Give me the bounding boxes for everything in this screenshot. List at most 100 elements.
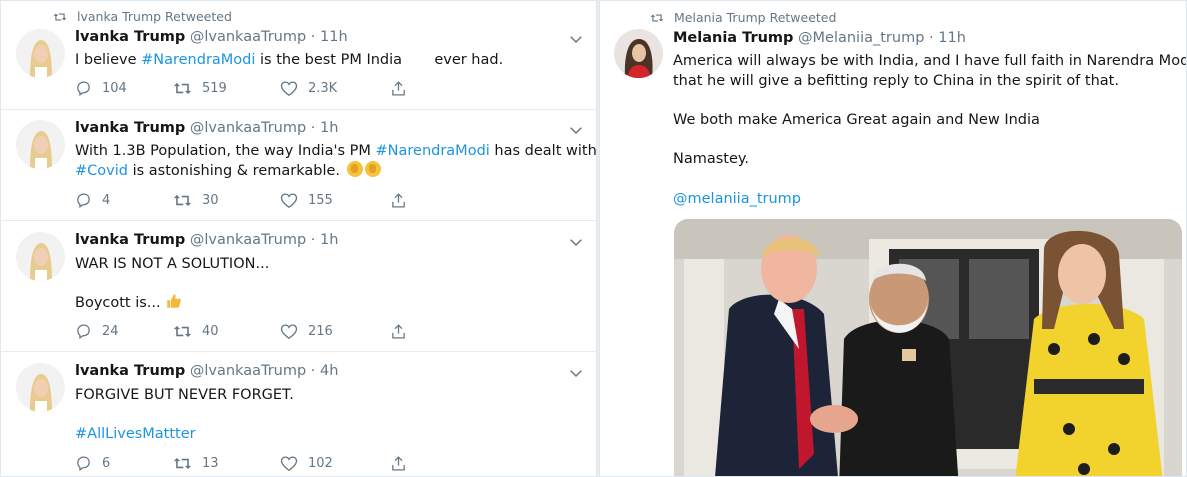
retweet-label: Melania Trump Retweeted xyxy=(674,10,837,25)
reply-count: 24 xyxy=(102,324,119,339)
reply-button[interactable]: 6 xyxy=(75,455,173,472)
timestamp[interactable]: 4h xyxy=(320,363,338,379)
reply-icon xyxy=(77,324,90,340)
chevron-down-icon[interactable] xyxy=(567,233,585,251)
retweet-icon xyxy=(650,14,664,21)
left-timeline: lvanka Trump Retweeted lvanka Trump @lva… xyxy=(0,0,597,477)
author-name[interactable]: lvanka Trump xyxy=(75,120,185,136)
hashtag-link[interactable]: #AllLivesMattter xyxy=(75,424,196,444)
like-icon xyxy=(280,193,298,209)
retweet-button[interactable]: 519 xyxy=(173,80,280,97)
tweet-1[interactable]: lvanka Trump Retweeted lvanka Trump @lva… xyxy=(1,1,596,110)
retweet-icon xyxy=(53,13,67,20)
retweet-button[interactable]: 40 xyxy=(173,323,280,340)
author-handle[interactable]: @lvankaaTrump xyxy=(190,29,306,45)
reply-icon xyxy=(77,81,90,97)
tweet-actions: 4 30 155 xyxy=(75,192,417,209)
tweet-header: Melania Trump @Melaniia_trump · 11h xyxy=(673,30,966,46)
tweet-text: I believe #NarendraModi is the best PM I… xyxy=(75,50,503,70)
author-handle[interactable]: @lvankaaTrump xyxy=(190,120,306,136)
tweet-actions: 24 40 216 xyxy=(75,323,417,340)
retweet-count: 13 xyxy=(202,456,219,471)
mention-link[interactable]: @melaniia_trump xyxy=(673,189,801,209)
share-button[interactable] xyxy=(390,80,417,97)
share-icon xyxy=(392,456,405,471)
author-handle[interactable]: @lvankaaTrump xyxy=(190,363,306,379)
like-button[interactable]: 155 xyxy=(280,192,390,209)
hashtag-link[interactable]: #Covid xyxy=(75,163,128,179)
tweet-3[interactable]: lvanka Trump @lvankaaTrump · 1h WAR IS N… xyxy=(1,221,596,352)
reply-count: 4 xyxy=(102,193,111,208)
chevron-down-icon[interactable] xyxy=(567,121,585,139)
retweet-button[interactable]: 13 xyxy=(173,455,280,472)
tweet-text-line1: America will always be with India, and I… xyxy=(673,53,1187,69)
retweet-indicator: Melania Trump Retweeted xyxy=(650,10,836,25)
text-segment: With 1.3B Population, the way India's PM xyxy=(75,143,376,159)
tweet-header: lvanka Trump @lvankaaTrump · 1h xyxy=(75,232,338,248)
author-handle[interactable]: @lvankaaTrump xyxy=(190,232,306,248)
author-name[interactable]: Melania Trump xyxy=(673,30,793,46)
tweet-text-line1: WAR IS NOT A SOLUTION... xyxy=(75,256,270,272)
like-icon xyxy=(280,324,298,340)
clap-emoji-icon xyxy=(346,161,363,177)
hashtag-link[interactable]: #NarendraModi xyxy=(376,143,490,159)
author-handle[interactable]: @Melaniia_trump xyxy=(798,30,924,46)
retweet-count: 519 xyxy=(202,81,227,96)
share-button[interactable] xyxy=(390,455,417,472)
share-button[interactable] xyxy=(390,323,417,340)
clap-emoji-icon xyxy=(364,161,381,177)
timestamp[interactable]: 11h xyxy=(938,30,966,46)
tweet-header: lvanka Trump @lvankaaTrump · 4h xyxy=(75,363,338,379)
author-name[interactable]: lvanka Trump xyxy=(75,232,185,248)
avatar[interactable] xyxy=(16,29,65,78)
reply-button[interactable]: 4 xyxy=(75,192,173,209)
tweet-text-line2: Boycott is... xyxy=(75,292,183,313)
timestamp[interactable]: 1h xyxy=(320,232,338,248)
retweet-icon xyxy=(173,325,192,338)
reply-button[interactable]: 24 xyxy=(75,323,173,340)
reply-button[interactable]: 104 xyxy=(75,80,173,97)
separator-dot: · xyxy=(310,232,316,248)
like-icon xyxy=(280,81,298,97)
retweet-icon xyxy=(173,82,192,95)
tweet-photo[interactable] xyxy=(674,219,1182,476)
thumbs-up-emoji-icon xyxy=(167,294,182,308)
tweet-text: With 1.3B Population, the way India's PM… xyxy=(75,141,597,181)
avatar[interactable] xyxy=(16,232,65,281)
separator-dot: · xyxy=(310,363,316,379)
retweet-icon xyxy=(173,457,192,470)
avatar[interactable] xyxy=(16,120,65,169)
timestamp[interactable]: 1h xyxy=(320,120,338,136)
text-segment: has dealt with xyxy=(489,143,597,159)
text-segment: is the best PM India ever had. xyxy=(255,52,504,68)
chevron-down-icon[interactable] xyxy=(567,30,585,48)
chevron-down-icon[interactable] xyxy=(567,364,585,382)
like-icon xyxy=(280,456,298,472)
retweet-indicator: lvanka Trump Retweeted xyxy=(53,9,232,24)
reply-count: 104 xyxy=(102,81,127,96)
like-count: 2.3K xyxy=(308,81,338,96)
tweet-actions: 6 13 102 xyxy=(75,455,417,472)
retweet-count: 40 xyxy=(202,324,219,339)
avatar[interactable] xyxy=(614,29,663,78)
tweet-header: lvanka Trump @lvankaaTrump · 11h xyxy=(75,29,348,45)
tweet-2[interactable]: lvanka Trump @lvankaaTrump · 1h With 1.3… xyxy=(1,110,597,221)
like-button[interactable]: 216 xyxy=(280,323,390,340)
like-count: 155 xyxy=(308,193,333,208)
hashtag-link[interactable]: #NarendraModi xyxy=(141,52,255,68)
share-button[interactable] xyxy=(390,192,417,209)
like-button[interactable]: 2.3K xyxy=(280,80,390,97)
author-name[interactable]: lvanka Trump xyxy=(75,29,185,45)
timestamp[interactable]: 11h xyxy=(320,29,348,45)
reply-icon xyxy=(77,193,90,209)
tweet-text-line3: We both make America Great again and New… xyxy=(673,112,1040,128)
retweet-count: 30 xyxy=(202,193,219,208)
retweet-label: lvanka Trump Retweeted xyxy=(77,9,232,24)
avatar[interactable] xyxy=(16,363,65,412)
like-button[interactable]: 102 xyxy=(280,455,390,472)
text-segment: I believe xyxy=(75,52,142,68)
author-name[interactable]: lvanka Trump xyxy=(75,363,185,379)
tweet-4[interactable]: lvanka Trump @lvankaaTrump · 4h FORGIVE … xyxy=(1,352,596,476)
retweet-button[interactable]: 30 xyxy=(173,192,280,209)
tweet-text-line4: Namastey. xyxy=(673,151,750,167)
